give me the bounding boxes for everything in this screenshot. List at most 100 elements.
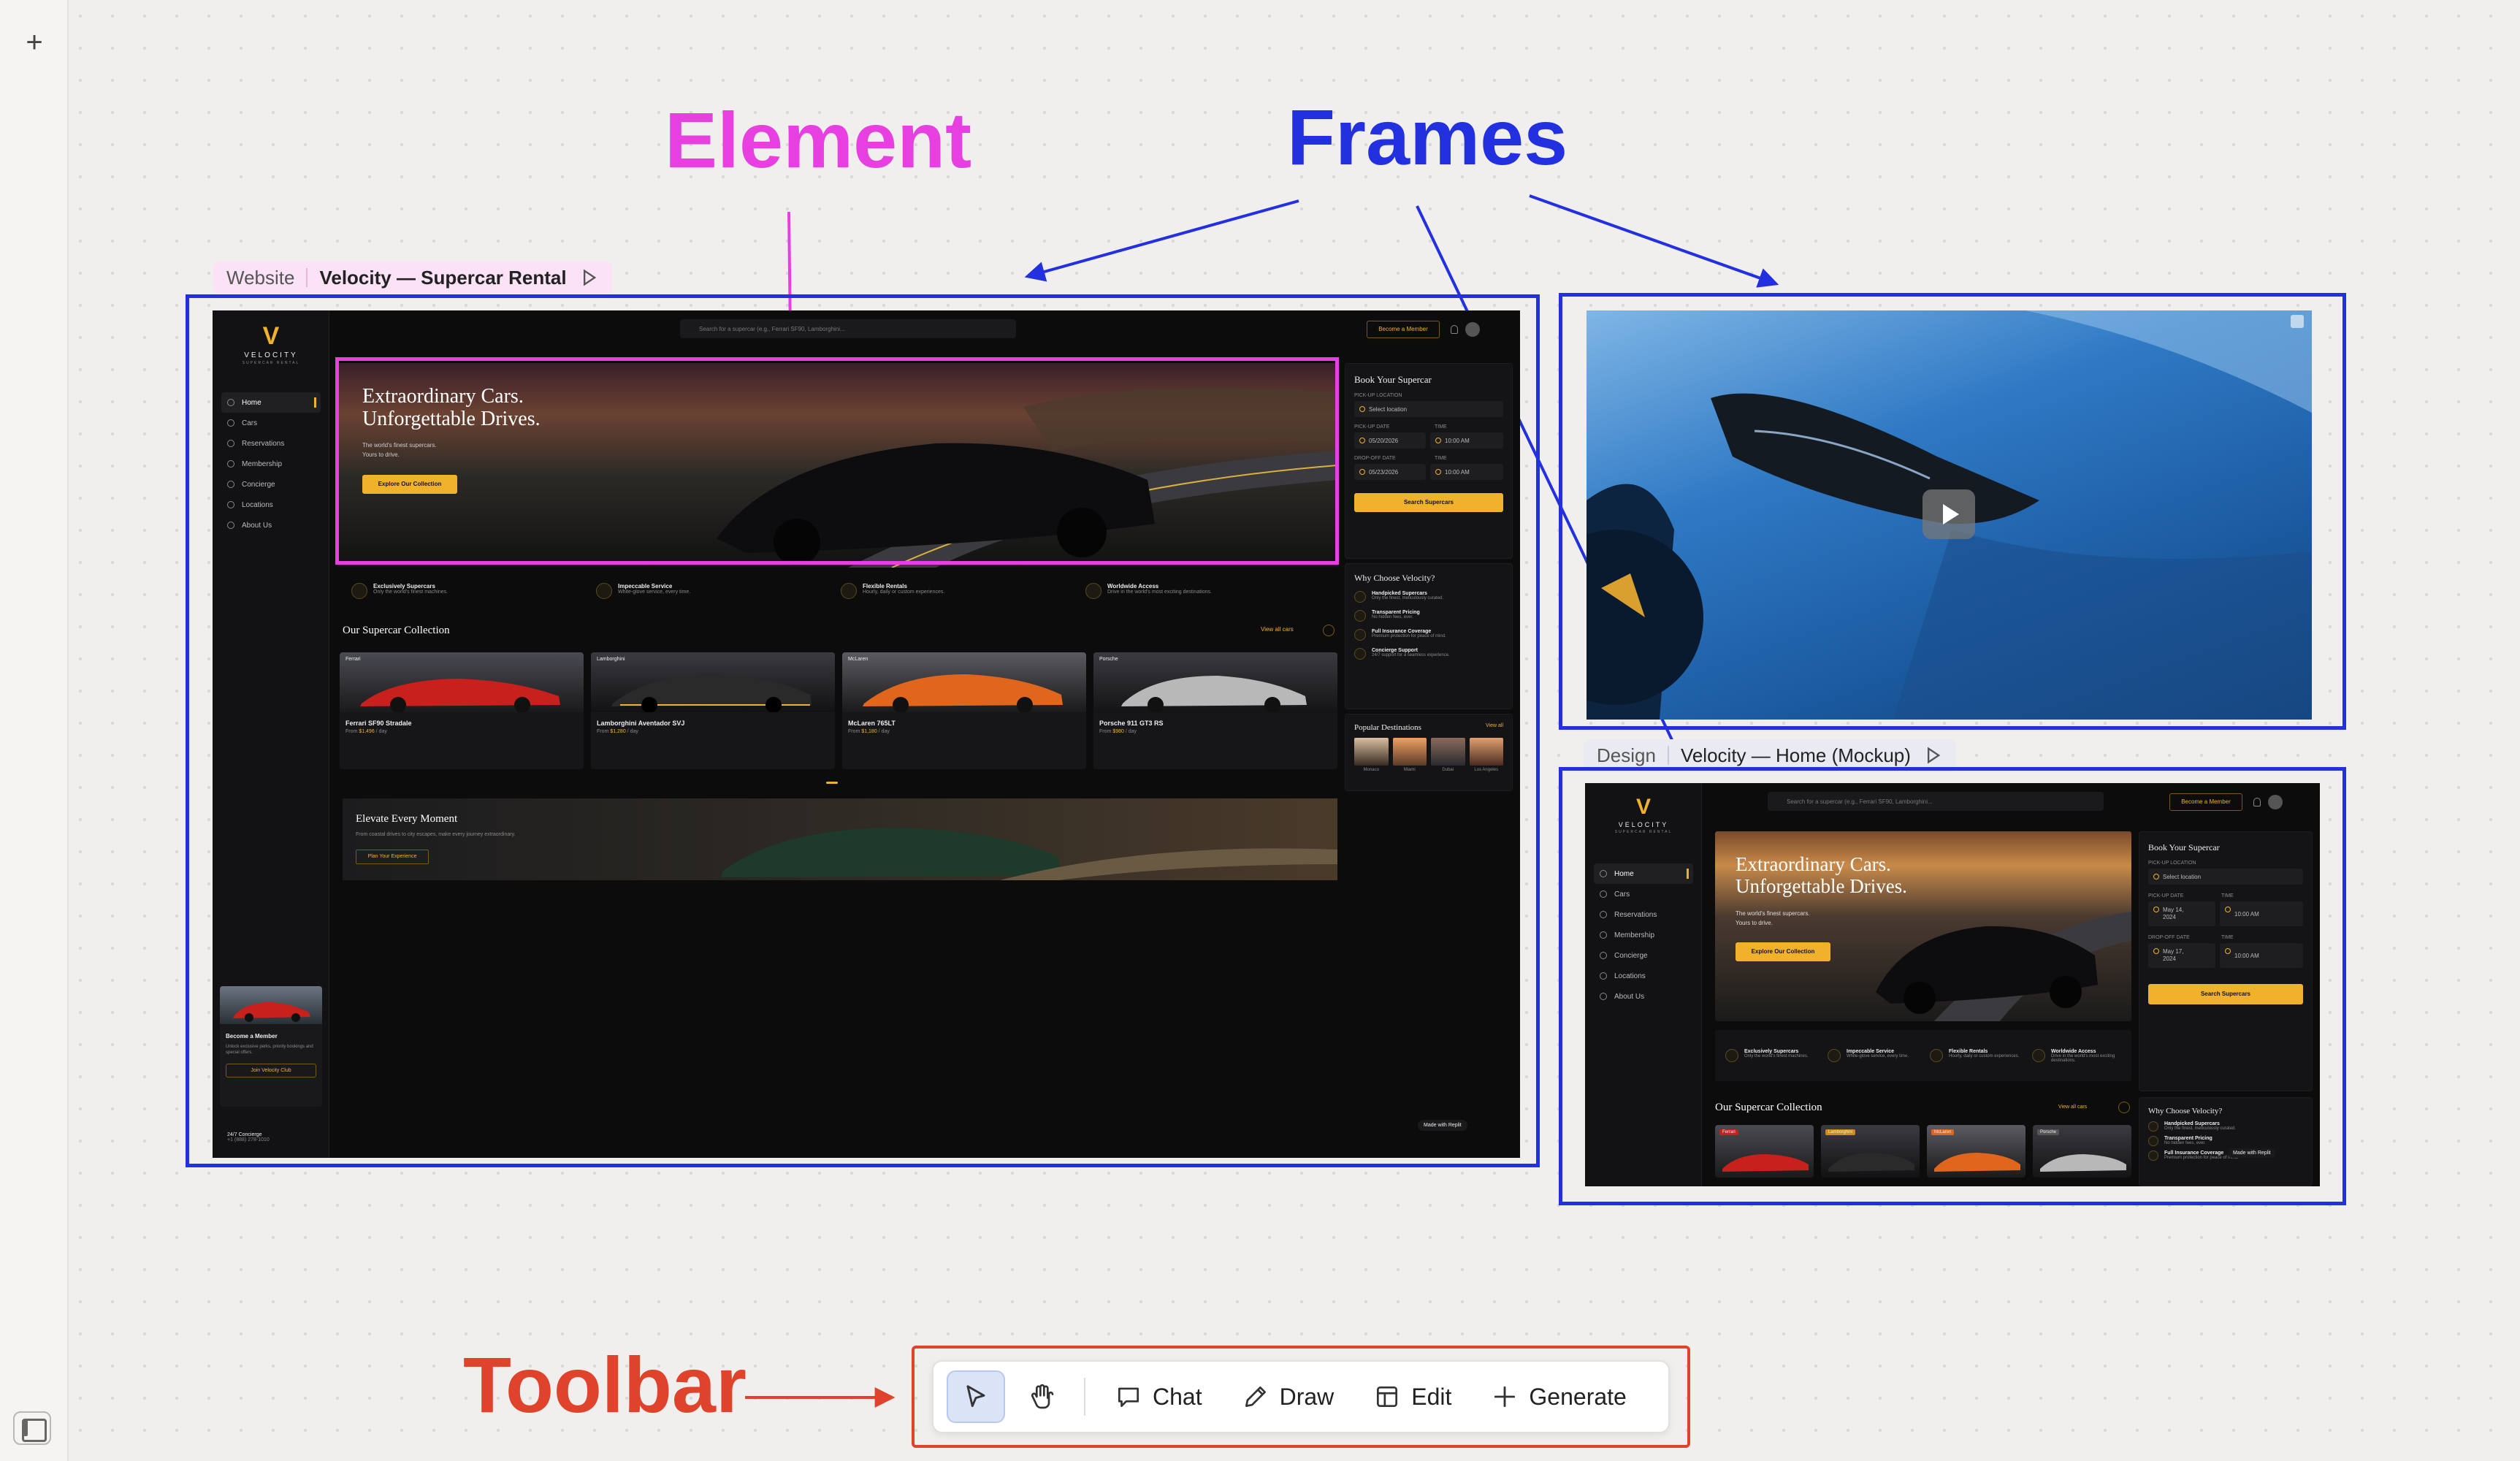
edit-button[interactable]: Edit (1357, 1370, 1467, 1423)
car-card[interactable]: McLaren (1927, 1125, 2025, 1178)
view-all-destinations-link[interactable]: View all (1486, 723, 1503, 732)
feature-desc: White-glove service, every time. (618, 590, 691, 595)
plan-experience-button[interactable]: Plan Your Experience (356, 850, 429, 864)
destination-card[interactable]: Miami (1392, 738, 1427, 772)
pickup-time-input[interactable]: 10:00 AM (2220, 901, 2303, 926)
car-card[interactable]: Lamborghini Lamborghini Aventador SVJ Fr… (591, 652, 835, 769)
made-with-replit-badge[interactable]: Made with Replit (1418, 1120, 1467, 1131)
nav-concierge[interactable]: Concierge (221, 474, 321, 495)
collection-title: Our Supercar Collection (1715, 1102, 1822, 1113)
hero-sub-line1: The world's finest supercars. (1736, 910, 1810, 917)
car-card[interactable]: Ferrari Ferrari SF90 Stradale From $1,49… (340, 652, 584, 769)
pickup-date-input[interactable]: May 14, 2024 (2148, 901, 2215, 926)
become-member-button[interactable]: Become a Member (2169, 793, 2242, 811)
nav-about[interactable]: About Us (1594, 986, 1693, 1007)
mockup-feature-row: Exclusively Supercars Only the world's fi… (1715, 1030, 2131, 1081)
dropoff-time-input[interactable]: 10:00 AM (2220, 943, 2303, 968)
video-play-button[interactable] (1923, 489, 1975, 539)
expand-icon[interactable] (2291, 315, 2304, 328)
dropoff-date-input[interactable]: May 17, 2024 (2148, 943, 2215, 968)
destinations-title: Popular Destinations (1354, 723, 1421, 732)
car-card[interactable]: Lamborghini (1821, 1125, 1920, 1178)
draw-button[interactable]: Draw (1226, 1370, 1351, 1423)
pickup-date-label: PICK-UP DATE (2148, 893, 2184, 899)
destination-card[interactable]: Monaco (1354, 738, 1389, 772)
feature-item: Impeccable Service White-glove service, e… (596, 583, 841, 599)
location-value: Select location (2163, 873, 2202, 880)
destination-name: Monaco (1363, 768, 1379, 772)
nav-reservations[interactable]: Reservations (1594, 904, 1693, 925)
nav-label: Membership (1614, 931, 1655, 939)
dropoff-date-input[interactable]: 05/23/2026 (1354, 464, 1426, 480)
feature-icon (1085, 583, 1101, 599)
nav-reservations[interactable]: Reservations (221, 433, 321, 454)
nav-home[interactable]: Home (221, 392, 321, 413)
play-icon[interactable] (579, 267, 599, 288)
pencil-icon (1245, 1386, 1266, 1408)
location-select[interactable]: Select location (1354, 401, 1503, 417)
view-all-cars-link[interactable]: View all cars (2058, 1105, 2087, 1110)
selected-element-highlight[interactable] (335, 357, 1339, 565)
search-supercars-button[interactable]: Search Supercars (1354, 493, 1503, 512)
nav-cars[interactable]: Cars (1594, 884, 1693, 904)
pickup-time-input[interactable]: 10:00 AM (1430, 432, 1503, 449)
location-value: Select location (1369, 405, 1408, 413)
nav-cars[interactable]: Cars (221, 413, 321, 433)
car-image (1121, 676, 1307, 712)
why-item-title: Full Insurance Coverage (1372, 629, 1432, 634)
nav-locations[interactable]: Locations (221, 495, 321, 515)
hand-tool-button[interactable] (1012, 1370, 1071, 1423)
dropoff-time-value: 10:00 AM (2234, 952, 2259, 959)
nav-label: Reservations (242, 439, 285, 448)
made-with-replit-badge[interactable]: Made with Replit (2228, 1148, 2276, 1158)
why-panel: Why Choose Velocity? Handpicked Supercar… (1345, 563, 1513, 709)
car-name: Ferrari SF90 Stradale (345, 720, 412, 727)
pickup-date-input[interactable]: 05/20/2026 (1354, 432, 1426, 449)
why-item: Full Insurance Coverage Premium protectio… (2148, 1151, 2303, 1161)
nav-membership[interactable]: Membership (221, 454, 321, 474)
join-club-button[interactable]: Join Velocity Club (226, 1063, 316, 1077)
avatar[interactable] (2268, 795, 2283, 809)
destination-card[interactable]: Los Angeles (1469, 738, 1503, 772)
nav-membership[interactable]: Membership (1594, 925, 1693, 945)
nav-about[interactable]: About Us (221, 515, 321, 535)
view-all-cars-link[interactable]: View all cars (1261, 626, 1294, 633)
chat-icon (1118, 1387, 1139, 1408)
become-member-button[interactable]: Become a Member (1367, 321, 1440, 338)
explore-collection-button[interactable]: Explore Our Collection (1736, 942, 1830, 961)
nav-locations[interactable]: Locations (1594, 966, 1693, 986)
play-icon[interactable] (1923, 745, 1943, 766)
nav-home[interactable]: Home (1594, 863, 1693, 884)
nav-concierge[interactable]: Concierge (1594, 945, 1693, 966)
dropoff-time-input[interactable]: 10:00 AM (1430, 464, 1503, 480)
car-card[interactable]: Ferrari (1715, 1125, 1814, 1178)
generate-button[interactable]: Generate (1475, 1370, 1642, 1423)
search-supercars-button[interactable]: Search Supercars (2148, 984, 2303, 1004)
nav-label: About Us (242, 521, 272, 530)
destination-card[interactable]: Dubai (1431, 738, 1465, 772)
pickup-location-label: PICK-UP LOCATION (2148, 861, 2196, 866)
mockup-search[interactable]: Search for a supercar (e.g., Ferrari SF9… (1768, 792, 2104, 811)
frame-label-website[interactable]: Website Velocity — Supercar Rental (213, 262, 612, 294)
site-search[interactable]: Search for a supercar (e.g., Ferrari SF9… (680, 319, 1016, 338)
avatar[interactable] (1465, 322, 1480, 337)
feature-icon (2032, 1048, 2045, 1062)
feature-desc: Drive in the world's most exciting desti… (1107, 590, 1212, 595)
carousel-next-icon[interactable] (1323, 625, 1335, 636)
car-card[interactable]: Porsche Porsche 911 GT3 RS From $980 / d… (1093, 652, 1337, 769)
time-label: TIME (2221, 935, 2234, 940)
canvas-toolbar: Chat Draw Edit Generate (932, 1360, 1670, 1433)
car-card[interactable]: McLaren McLaren 765LT From $1,180 / day (842, 652, 1086, 769)
location-select[interactable]: Select location (2148, 869, 2303, 885)
chat-button[interactable]: Chat (1099, 1370, 1218, 1423)
website-preview: V VELOCITY SUPERCAR RENTAL Home Cars Res… (213, 310, 1520, 1158)
car-brand: Ferrari (345, 657, 361, 662)
feature-item: Flexible Rentals Hourly, daily or custom … (1930, 1049, 2032, 1062)
car-card[interactable]: Porsche (2033, 1125, 2131, 1178)
feature-item: Impeccable Service White-glove service, e… (1828, 1049, 1930, 1062)
carousel-next-icon[interactable] (2118, 1102, 2130, 1113)
feature-title: Exclusively Supercars (373, 583, 435, 590)
bell-icon[interactable] (2253, 798, 2261, 806)
bell-icon[interactable] (1451, 325, 1458, 334)
select-tool-button[interactable] (947, 1370, 1005, 1423)
